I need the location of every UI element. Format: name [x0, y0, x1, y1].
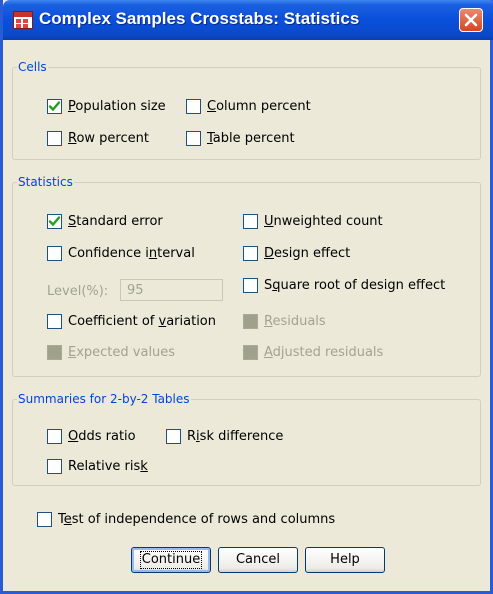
help-button[interactable]: Help — [305, 547, 385, 573]
expected-values-label: Expected values — [68, 345, 176, 360]
checkbox-box[interactable] — [47, 314, 62, 329]
column-percent-checkbox[interactable]: Column percent — [186, 99, 311, 114]
checkbox-box[interactable] — [243, 214, 258, 229]
population-size-label: Population size — [68, 99, 166, 114]
row-percent-checkbox[interactable]: Row percent — [47, 131, 149, 146]
design-effect-label: Design effect — [264, 246, 351, 261]
unweighted-count-checkbox[interactable]: Unweighted count — [243, 214, 383, 229]
unweighted-count-label: Unweighted count — [264, 214, 383, 229]
odds-ratio-label: Odds ratio — [68, 429, 136, 444]
checkbox-box[interactable] — [243, 278, 258, 293]
residuals-checkbox[interactable]: Residuals — [243, 314, 326, 329]
checkbox-box[interactable] — [47, 131, 62, 146]
statistics-legend: Statistics — [18, 175, 73, 189]
table-percent-checkbox[interactable]: Table percent — [186, 131, 295, 146]
risk-difference-label: Risk difference — [187, 429, 284, 444]
checkbox-box[interactable] — [47, 246, 62, 261]
checkbox-box[interactable] — [47, 429, 62, 444]
spss-table-icon — [13, 11, 33, 29]
population-size-checkbox[interactable]: Population size — [47, 99, 166, 114]
coefficient-of-variation-checkbox[interactable]: Coefficient of variation — [47, 314, 216, 329]
checkbox-box[interactable] — [47, 214, 62, 229]
confidence-interval-label: Confidence interval — [68, 246, 195, 261]
adjusted-residuals-label: Adjusted residuals — [264, 345, 384, 360]
sqrt-design-effect-label: Square root of design effect — [264, 278, 446, 293]
close-icon — [464, 13, 478, 27]
check-mark-icon — [48, 101, 61, 112]
checkbox-box[interactable] — [37, 512, 52, 527]
title-bar[interactable]: Complex Samples Crosstabs: Statistics — [3, 0, 493, 40]
checkbox-box[interactable] — [47, 99, 62, 114]
relative-risk-checkbox[interactable]: Relative risk — [47, 459, 148, 474]
close-button[interactable] — [459, 8, 483, 32]
check-mark-icon — [48, 216, 61, 227]
level-input[interactable]: 95 — [120, 279, 223, 301]
column-percent-label: Column percent — [207, 99, 311, 114]
checkbox-box[interactable] — [243, 345, 258, 360]
risk-difference-checkbox[interactable]: Risk difference — [166, 429, 283, 444]
odds-ratio-checkbox[interactable]: Odds ratio — [47, 429, 136, 444]
row-percent-label: Row percent — [68, 131, 149, 146]
sqrt-design-effect-checkbox[interactable]: Square root of design effect — [243, 278, 445, 293]
level-label: Level(%): — [47, 284, 109, 299]
standard-error-label: Standard error — [68, 214, 163, 229]
summaries-legend: Summaries for 2-by-2 Tables — [18, 392, 190, 406]
cancel-button[interactable]: Cancel — [218, 547, 298, 573]
standard-error-checkbox[interactable]: Standard error — [47, 214, 163, 229]
independence-test-checkbox[interactable]: Test of independence of rows and columns — [37, 512, 335, 527]
residuals-label: Residuals — [264, 314, 326, 329]
adjusted-residuals-checkbox[interactable]: Adjusted residuals — [243, 345, 383, 360]
checkbox-box[interactable] — [186, 99, 201, 114]
expected-values-checkbox[interactable]: Expected values — [47, 345, 175, 360]
checkbox-box[interactable] — [243, 314, 258, 329]
cells-legend: Cells — [18, 60, 47, 74]
continue-button[interactable]: Continue — [131, 547, 211, 573]
confidence-interval-checkbox[interactable]: Confidence interval — [47, 246, 195, 261]
window-title: Complex Samples Crosstabs: Statistics — [39, 9, 360, 28]
design-effect-checkbox[interactable]: Design effect — [243, 246, 350, 261]
checkbox-box[interactable] — [243, 246, 258, 261]
coefficient-of-variation-label: Coefficient of variation — [68, 314, 216, 329]
continue-label: Continue — [139, 551, 203, 569]
table-percent-label: Table percent — [207, 131, 295, 146]
checkbox-box[interactable] — [47, 345, 62, 360]
independence-test-label: Test of independence of rows and columns — [58, 512, 336, 527]
dialog-window: Complex Samples Crosstabs: Statistics Ce… — [0, 0, 493, 594]
checkbox-box[interactable] — [166, 429, 181, 444]
relative-risk-label: Relative risk — [68, 459, 148, 474]
checkbox-box[interactable] — [47, 459, 62, 474]
checkbox-box[interactable] — [186, 131, 201, 146]
